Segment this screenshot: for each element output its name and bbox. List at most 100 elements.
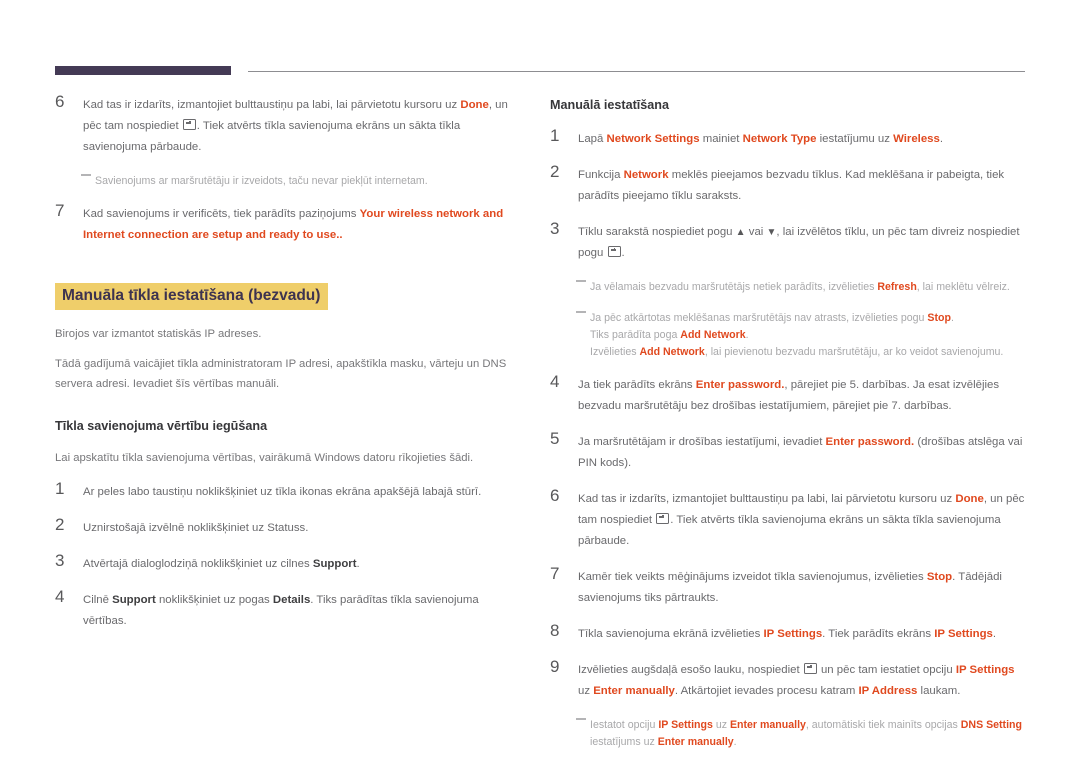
step-text: Atvērtajā dialoglodziņā noklikšķiniet uz… [83,554,525,575]
step-text-part: Atvērtajā dialoglodziņā noklikšķiniet uz… [83,558,313,570]
step-text: Uznirstošajā izvēlnē noklikšķiniet uz St… [83,522,309,534]
enter-key-icon [607,246,621,257]
step-number: 7 [55,201,65,220]
note-text-part: . [733,736,737,748]
left-column: 6 Kad tas ir izdarīts, izmantojiet bultt… [55,92,525,647]
step-number: 3 [550,219,560,238]
step-text: Kad savienojums ir verificēts, tiek parā… [83,204,525,246]
right-step-8: 8 Tīkla savienojuma ekrānā izvēlieties I… [550,621,1028,645]
emphasis-ip-settings: IP Settings [763,628,823,640]
emphasis-ip-address: IP Address [858,685,918,697]
emphasis-network-type: Network Type [742,133,817,145]
right-column: Manuālā iestatīšana 1 Lapā Network Setti… [550,95,1028,765]
step-text-part: noklikšķiniet uz pogas [155,594,273,606]
note-line-2: Tiks parādīta poga Add Network. [590,327,1028,344]
step-text-part: Ja maršrutētājam ir drošības iestatījumi… [578,436,826,448]
page-header-rule [55,66,1025,75]
emphasis-ip-settings: IP Settings [658,719,713,731]
note-text-part: Izvēlieties [590,346,640,358]
right-step-9: 9 Izvēlieties augšdaļā esošo lauku, nosp… [550,657,1028,702]
step-text-part: uz [578,685,594,697]
right-step-7: 7 Kamēr tiek veikts mēģinājums izveidot … [550,564,1028,609]
emphasis-enter-manually: Enter manually [593,685,675,697]
step-text: Lapā Network Settings mainiet Network Ty… [578,129,1028,150]
step-number: 7 [550,564,560,583]
left-paragraph-2: Tādā gadījumā vaicājiet tīkla administra… [55,358,507,390]
step-text-part: Kamēr tiek veikts mēģinājums izveidot tī… [578,571,927,583]
note-text-part: , lai meklētu vēlreiz. [916,281,1010,293]
step-text-part: Izvēlieties augšdaļā esošo lauku, nospie… [578,664,803,676]
emphasis-network: Network [623,169,669,181]
note-line-2: iestatījums uz Enter manually. [590,734,1028,751]
note-text-part: iestatījums uz [590,736,658,748]
step-text-part: laukam. [917,685,961,697]
left-paragraph-3: Lai apskatītu tīkla savienojuma vērtības… [55,452,474,464]
step-text: Ja maršrutētājam ir drošības iestatījumi… [578,432,1028,474]
step-text: Funkcija Network meklēs pieejamos bezvad… [578,165,1028,207]
step-text-part: Tīklu sarakstā nospiediet pogu [578,226,736,238]
note-text-part: , lai pievienotu bezvadu maršrutētāju, a… [704,346,1004,358]
step-text-part: Kad tas ir izdarīts, izmantojiet bulttau… [83,99,461,111]
arrow-down-icon: ▼ [766,227,777,238]
right-step-4: 4 Ja tiek parādīts ekrāns Enter password… [550,372,1028,417]
step-text: Kamēr tiek veikts mēģinājums izveidot tī… [578,567,1028,609]
step-text-part: . [939,133,944,145]
note-text: Iestatot opciju IP Settings uz Enter man… [590,717,1028,751]
emphasis-enter-password: Enter password. [825,436,915,448]
left-step-4: 4 Cilnē Support noklikšķiniet uz pogas D… [55,587,525,632]
emphasis-wireless: Wireless [893,133,940,145]
right-step-6: 6 Kad tas ir izdarīts, izmantojiet bultt… [550,486,1028,552]
left-step-2: 2 Uznirstošajā izvēlnē noklikšķiniet uz … [55,515,525,539]
step-number: 8 [550,621,560,640]
step-text: Izvēlieties augšdaļā esošo lauku, nospie… [578,660,1028,702]
step-number: 4 [55,587,65,606]
note-dash-icon [576,311,586,313]
step-text-part: Kad tas ir izdarīts, izmantojiet bulttau… [578,493,956,505]
step-text: Kad tas ir izdarīts, izmantojiet bulttau… [578,489,1028,552]
left-paragraph-1: Birojos var izmantot statiskās IP adrese… [55,328,262,340]
note-text: Ja pēc atkārtotas meklēšanas maršrutētāj… [590,310,1028,361]
header-accent-bar [55,66,231,75]
emphasis-ip-settings: IP Settings [955,664,1015,676]
step-text-part: Lapā [578,133,607,145]
step-text-part: . Atkārtojiet ievades procesu katram [674,685,859,697]
emphasis-done: Done [955,493,984,505]
emphasis-period: .. [336,229,343,241]
right-step-2: 2 Funkcija Network meklēs pieejamos bezv… [550,162,1028,207]
right-step-5: 5 Ja maršrutētājam ir drošības iestatīju… [550,429,1028,474]
emphasis-support: Support [112,594,156,606]
step-number: 6 [55,92,65,111]
left-step-1: 1 Ar peles labo taustiņu noklikšķiniet u… [55,479,525,503]
emphasis-network-settings: Network Settings [606,133,700,145]
step-text: Cilnē Support noklikšķiniet uz pogas Det… [83,590,525,632]
right-note-3: Iestatot opciju IP Settings uz Enter man… [550,717,1028,751]
step-number: 3 [55,551,65,570]
note-text-part: . [745,329,749,341]
step-number: 4 [550,372,560,391]
note-text-part: Iestatot opciju [590,719,659,731]
left-step-7: 7 Kad savienojums ir verificēts, tiek pa… [55,201,525,246]
step-text-part: Kad savienojums ir verificēts, tiek parā… [83,208,360,220]
emphasis-details: Details [272,594,311,606]
emphasis-done: Done [460,99,489,111]
note-dash-icon [576,280,586,282]
section-heading-manual-network: Manuāla tīkla iestatīšana (bezvadu) [55,283,329,310]
subheading-manual-setup: Manuālā iestatīšana [550,98,669,112]
note-text-part: Ja pēc atkārtotas meklēšanas maršrutētāj… [590,312,928,324]
note-text-part: uz [712,719,730,731]
emphasis-add-network: Add Network [680,329,746,341]
left-step-6: 6 Kad tas ir izdarīts, izmantojiet bultt… [55,92,525,158]
note-text: Ja vēlamais bezvadu maršrutētājs netiek … [590,279,1028,296]
note-text: Savienojums ar maršrutētāju ir izveidots… [95,175,428,187]
step-text: Ar peles labo taustiņu noklikšķiniet uz … [83,486,482,498]
emphasis-stop: Stop [926,571,953,583]
emphasis-enter-password: Enter password. [695,379,785,391]
left-step-3: 3 Atvērtajā dialoglodziņā noklikšķiniet … [55,551,525,575]
note-text-part: . [950,312,954,324]
emphasis-refresh: Refresh [877,281,917,293]
arrow-up-icon: ▲ [735,227,746,238]
left-note-1: Savienojums ar maršrutētāju ir izveidots… [55,173,525,190]
step-text-part: . [621,247,625,259]
right-note-1: Ja vēlamais bezvadu maršrutētājs netiek … [550,279,1028,296]
enter-key-icon [182,119,196,130]
